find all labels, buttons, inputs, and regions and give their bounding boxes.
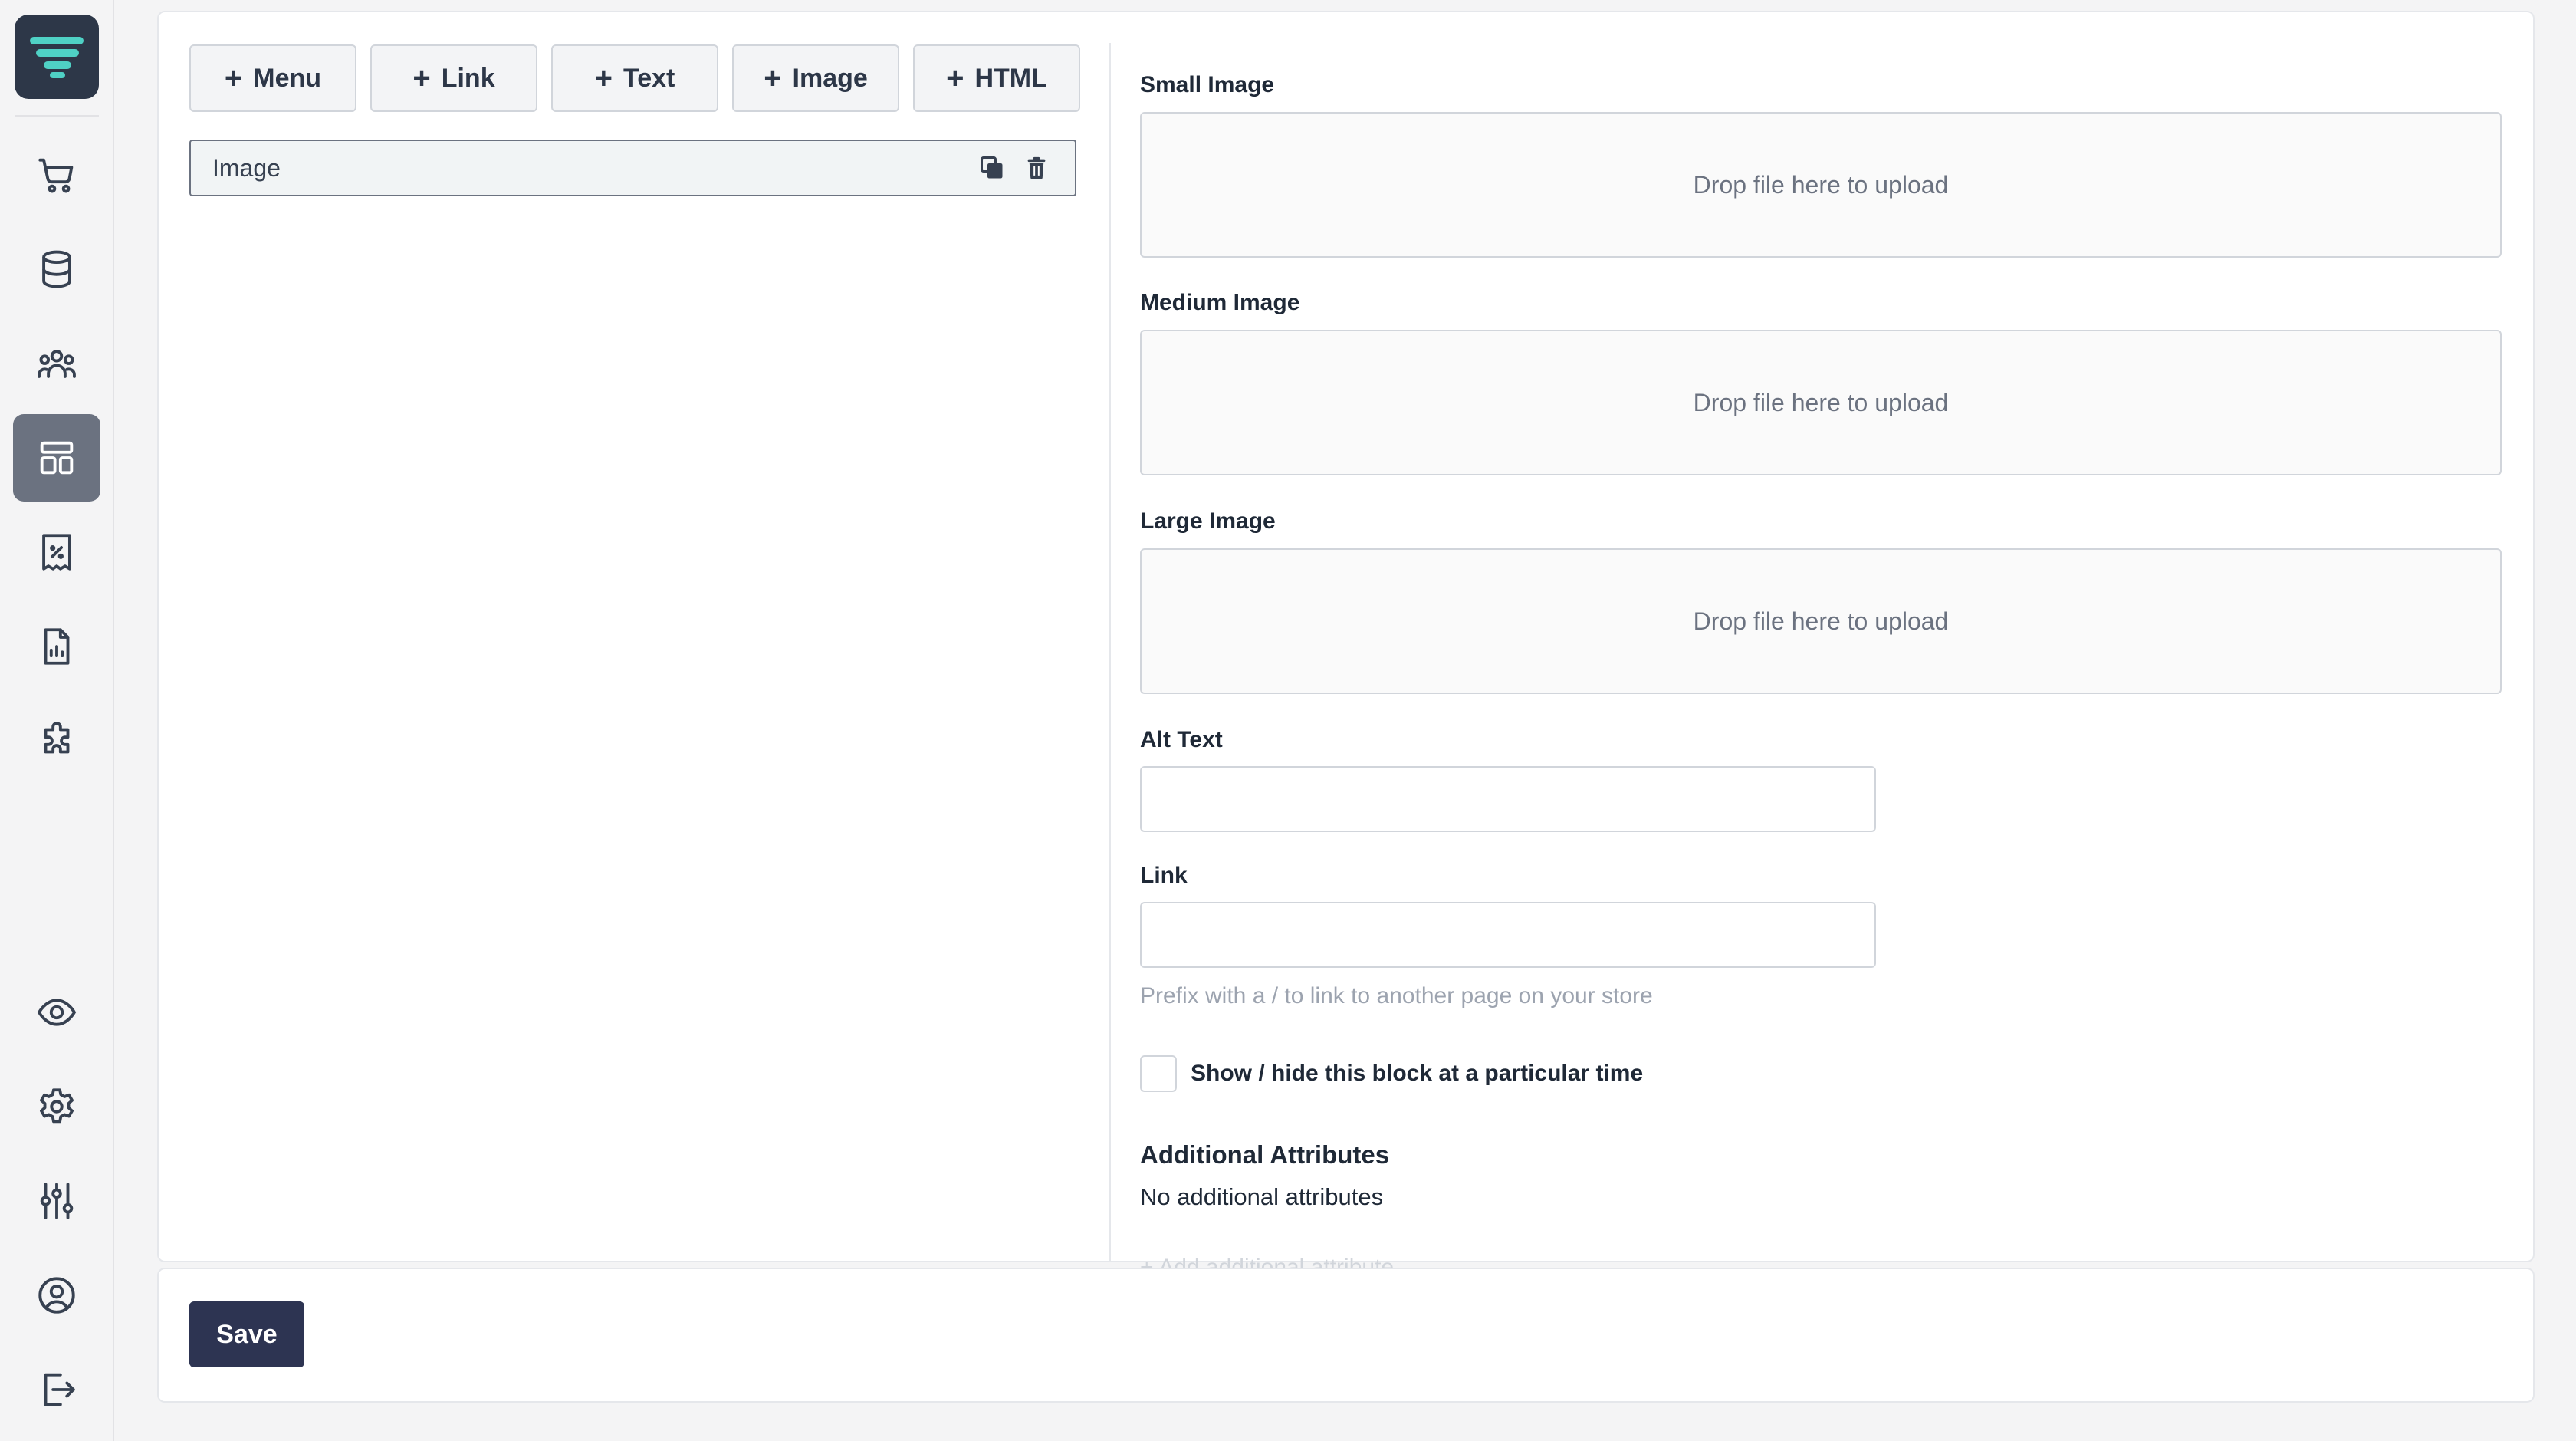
nav-account[interactable]: [13, 1252, 100, 1339]
nav-integrations[interactable]: [13, 697, 100, 785]
gear-icon: [40, 1088, 74, 1124]
block-editor-card: + Menu + Link + Text + Image + HTML Imag…: [157, 11, 2535, 1268]
nav-catalog[interactable]: [13, 225, 100, 313]
add-html-label: HTML: [974, 63, 1047, 93]
add-text-label: Text: [623, 63, 675, 93]
large-image-label: Large Image: [1140, 508, 1276, 534]
pane-divider: [1109, 43, 1111, 1261]
large-image-dropzone[interactable]: Drop file here to upload: [1140, 548, 2502, 694]
nav-orders[interactable]: [13, 131, 100, 219]
sidebar-divider: [15, 115, 99, 117]
logout-icon: [44, 1373, 75, 1406]
link-help-text: Prefix with a / to link to another page …: [1140, 983, 1653, 1008]
add-menu-button[interactable]: + Menu: [189, 44, 356, 112]
nav-reports[interactable]: [13, 603, 100, 690]
nav-preferences[interactable]: [13, 1157, 100, 1245]
plus-icon: +: [224, 61, 243, 95]
plus-icon: +: [946, 61, 964, 95]
alt-text-input[interactable]: [1140, 766, 1876, 832]
cart-icon: [38, 158, 74, 193]
plus-icon: +: [764, 61, 782, 95]
medium-image-label: Medium Image: [1140, 290, 1300, 315]
nav-logout[interactable]: [13, 1346, 100, 1433]
report-icon: [44, 628, 70, 665]
nav-settings[interactable]: [13, 1063, 100, 1150]
duplicate-icon[interactable]: [975, 151, 1009, 185]
schedule-checkbox[interactable]: [1140, 1055, 1177, 1092]
add-html-button[interactable]: + HTML: [913, 44, 1080, 112]
link-input[interactable]: [1140, 902, 1876, 968]
nav-discounts[interactable]: [13, 508, 100, 596]
trash-icon[interactable]: [1020, 151, 1053, 185]
add-image-label: Image: [792, 63, 868, 93]
nav-customers[interactable]: [13, 320, 100, 407]
small-image-label: Small Image: [1140, 72, 1275, 97]
save-button[interactable]: Save: [189, 1301, 304, 1367]
link-label: Link: [1140, 863, 1188, 888]
add-link-button[interactable]: + Link: [370, 44, 537, 112]
layout-icon: [40, 441, 74, 475]
block-label: Image: [212, 153, 281, 182]
users-icon: [38, 350, 76, 378]
nav-preview[interactable]: [13, 969, 100, 1056]
dropzone-text: Drop file here to upload: [1693, 607, 1949, 635]
additional-attributes-empty: No additional attributes: [1140, 1183, 1384, 1210]
sidebar: [0, 0, 114, 1441]
sliders-icon: [40, 1183, 74, 1219]
small-image-dropzone[interactable]: Drop file here to upload: [1140, 112, 2502, 258]
user-circle-icon: [38, 1277, 75, 1314]
additional-attributes-title: Additional Attributes: [1140, 1140, 1390, 1169]
plus-icon: +: [594, 61, 613, 95]
logo-icon[interactable]: [15, 15, 99, 99]
add-image-button[interactable]: + Image: [732, 44, 899, 112]
add-link-label: Link: [441, 63, 495, 93]
dropzone-text: Drop file here to upload: [1693, 388, 1949, 416]
alt-text-label: Alt Text: [1140, 727, 1223, 752]
eye-icon: [37, 999, 77, 1026]
medium-image-dropzone[interactable]: Drop file here to upload: [1140, 330, 2502, 475]
block-list-item[interactable]: Image: [189, 140, 1076, 196]
discount-receipt-icon: [42, 534, 71, 571]
dropzone-text: Drop file here to upload: [1693, 170, 1949, 199]
save-bar: Save: [157, 1268, 2535, 1403]
schedule-checkbox-label[interactable]: Show / hide this block at a particular t…: [1191, 1061, 1643, 1087]
add-text-button[interactable]: + Text: [551, 44, 718, 112]
add-menu-label: Menu: [253, 63, 322, 93]
plus-icon: +: [412, 61, 431, 95]
database-icon: [42, 250, 71, 288]
puzzle-icon: [44, 722, 70, 754]
nav-content[interactable]: [13, 414, 100, 502]
